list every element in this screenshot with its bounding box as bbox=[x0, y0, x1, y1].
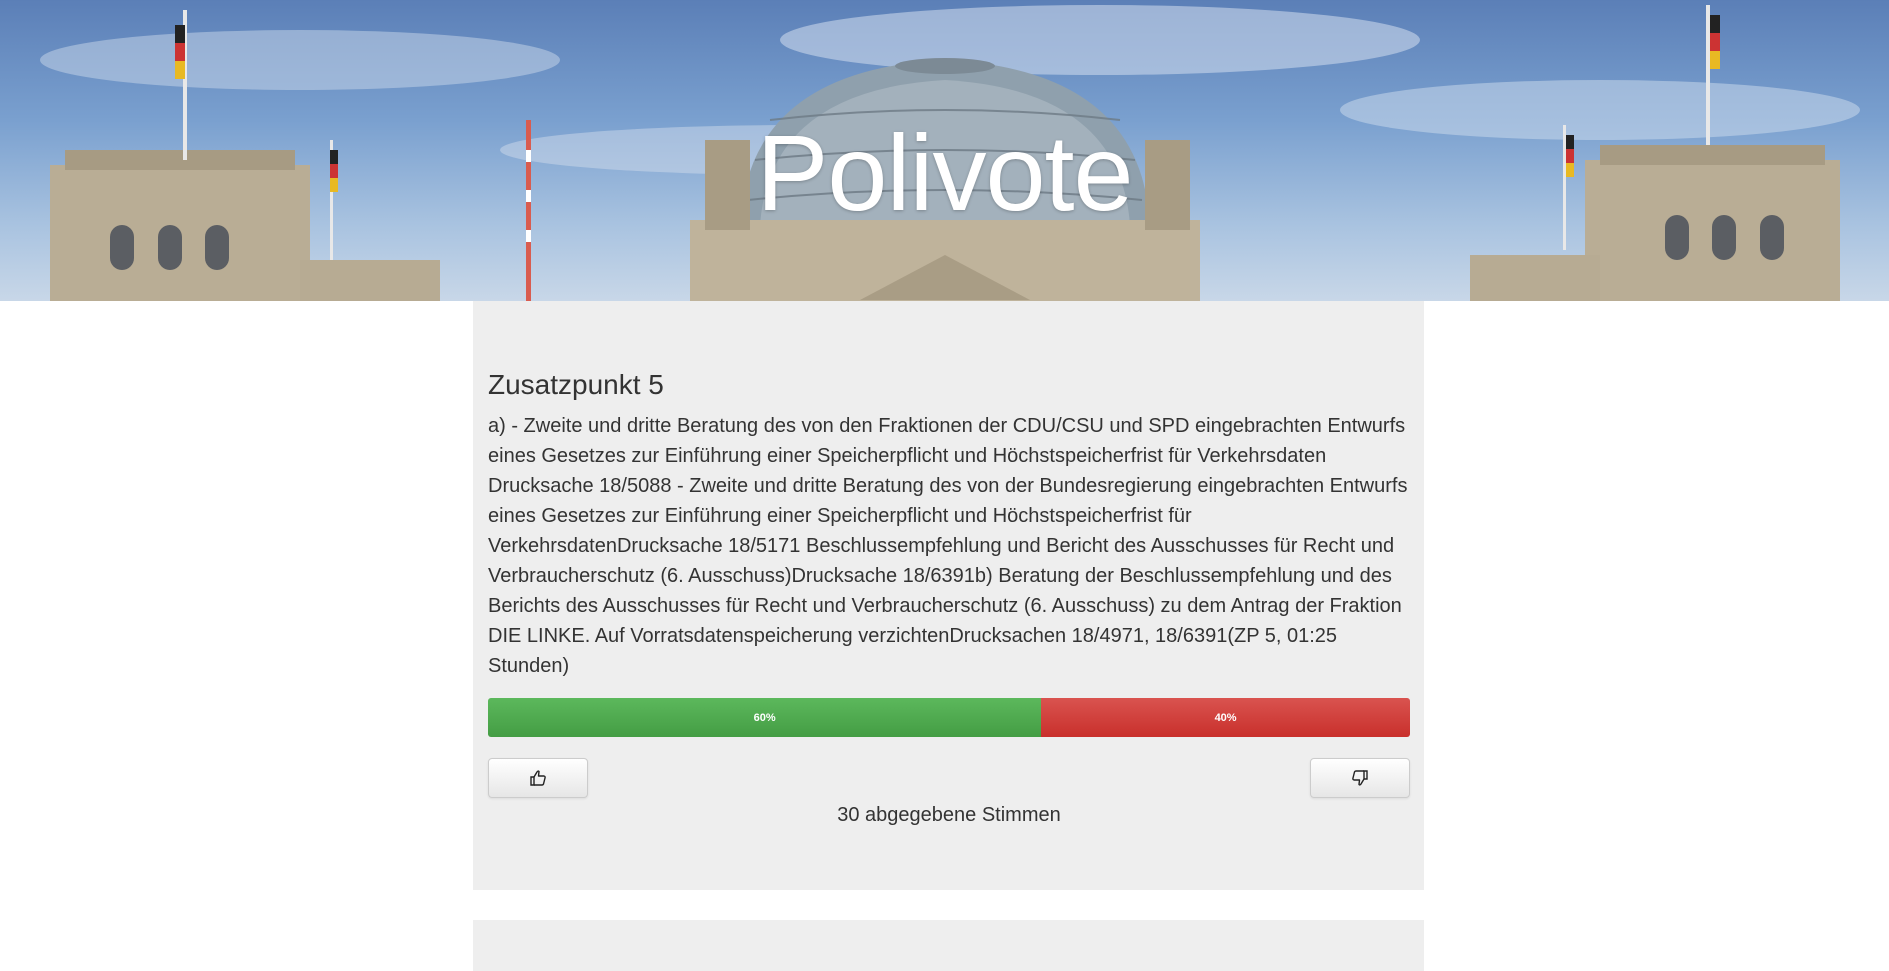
vote-result-yes-label: 60% bbox=[753, 711, 776, 724]
agenda-item-description: a) - Zweite und dritte Beratung des von … bbox=[488, 415, 1408, 677]
header-banner: Polivote bbox=[0, 0, 1889, 301]
vote-buttons-row bbox=[488, 758, 1410, 798]
vote-result-no-label: 40% bbox=[1214, 711, 1237, 724]
upvote-button[interactable] bbox=[488, 758, 588, 798]
agenda-item-card: Zusatzpunkt 5 a) - Zweite und dritte Ber… bbox=[473, 301, 1424, 890]
next-agenda-item-card bbox=[473, 920, 1424, 971]
downvote-button[interactable] bbox=[1310, 758, 1410, 798]
votes-count: 30 abgegebene Stimmen bbox=[837, 804, 1061, 826]
vote-result-yes: 60% bbox=[488, 698, 1042, 737]
thumbs-down-icon bbox=[1352, 770, 1368, 786]
vote-result-no: 40% bbox=[1041, 698, 1410, 737]
agenda-item-title: Zusatzpunkt 5 bbox=[488, 369, 664, 400]
vote-result-bar: 60% 40% bbox=[488, 698, 1410, 737]
site-title: Polivote bbox=[756, 112, 1133, 233]
thumbs-up-icon bbox=[530, 770, 546, 786]
